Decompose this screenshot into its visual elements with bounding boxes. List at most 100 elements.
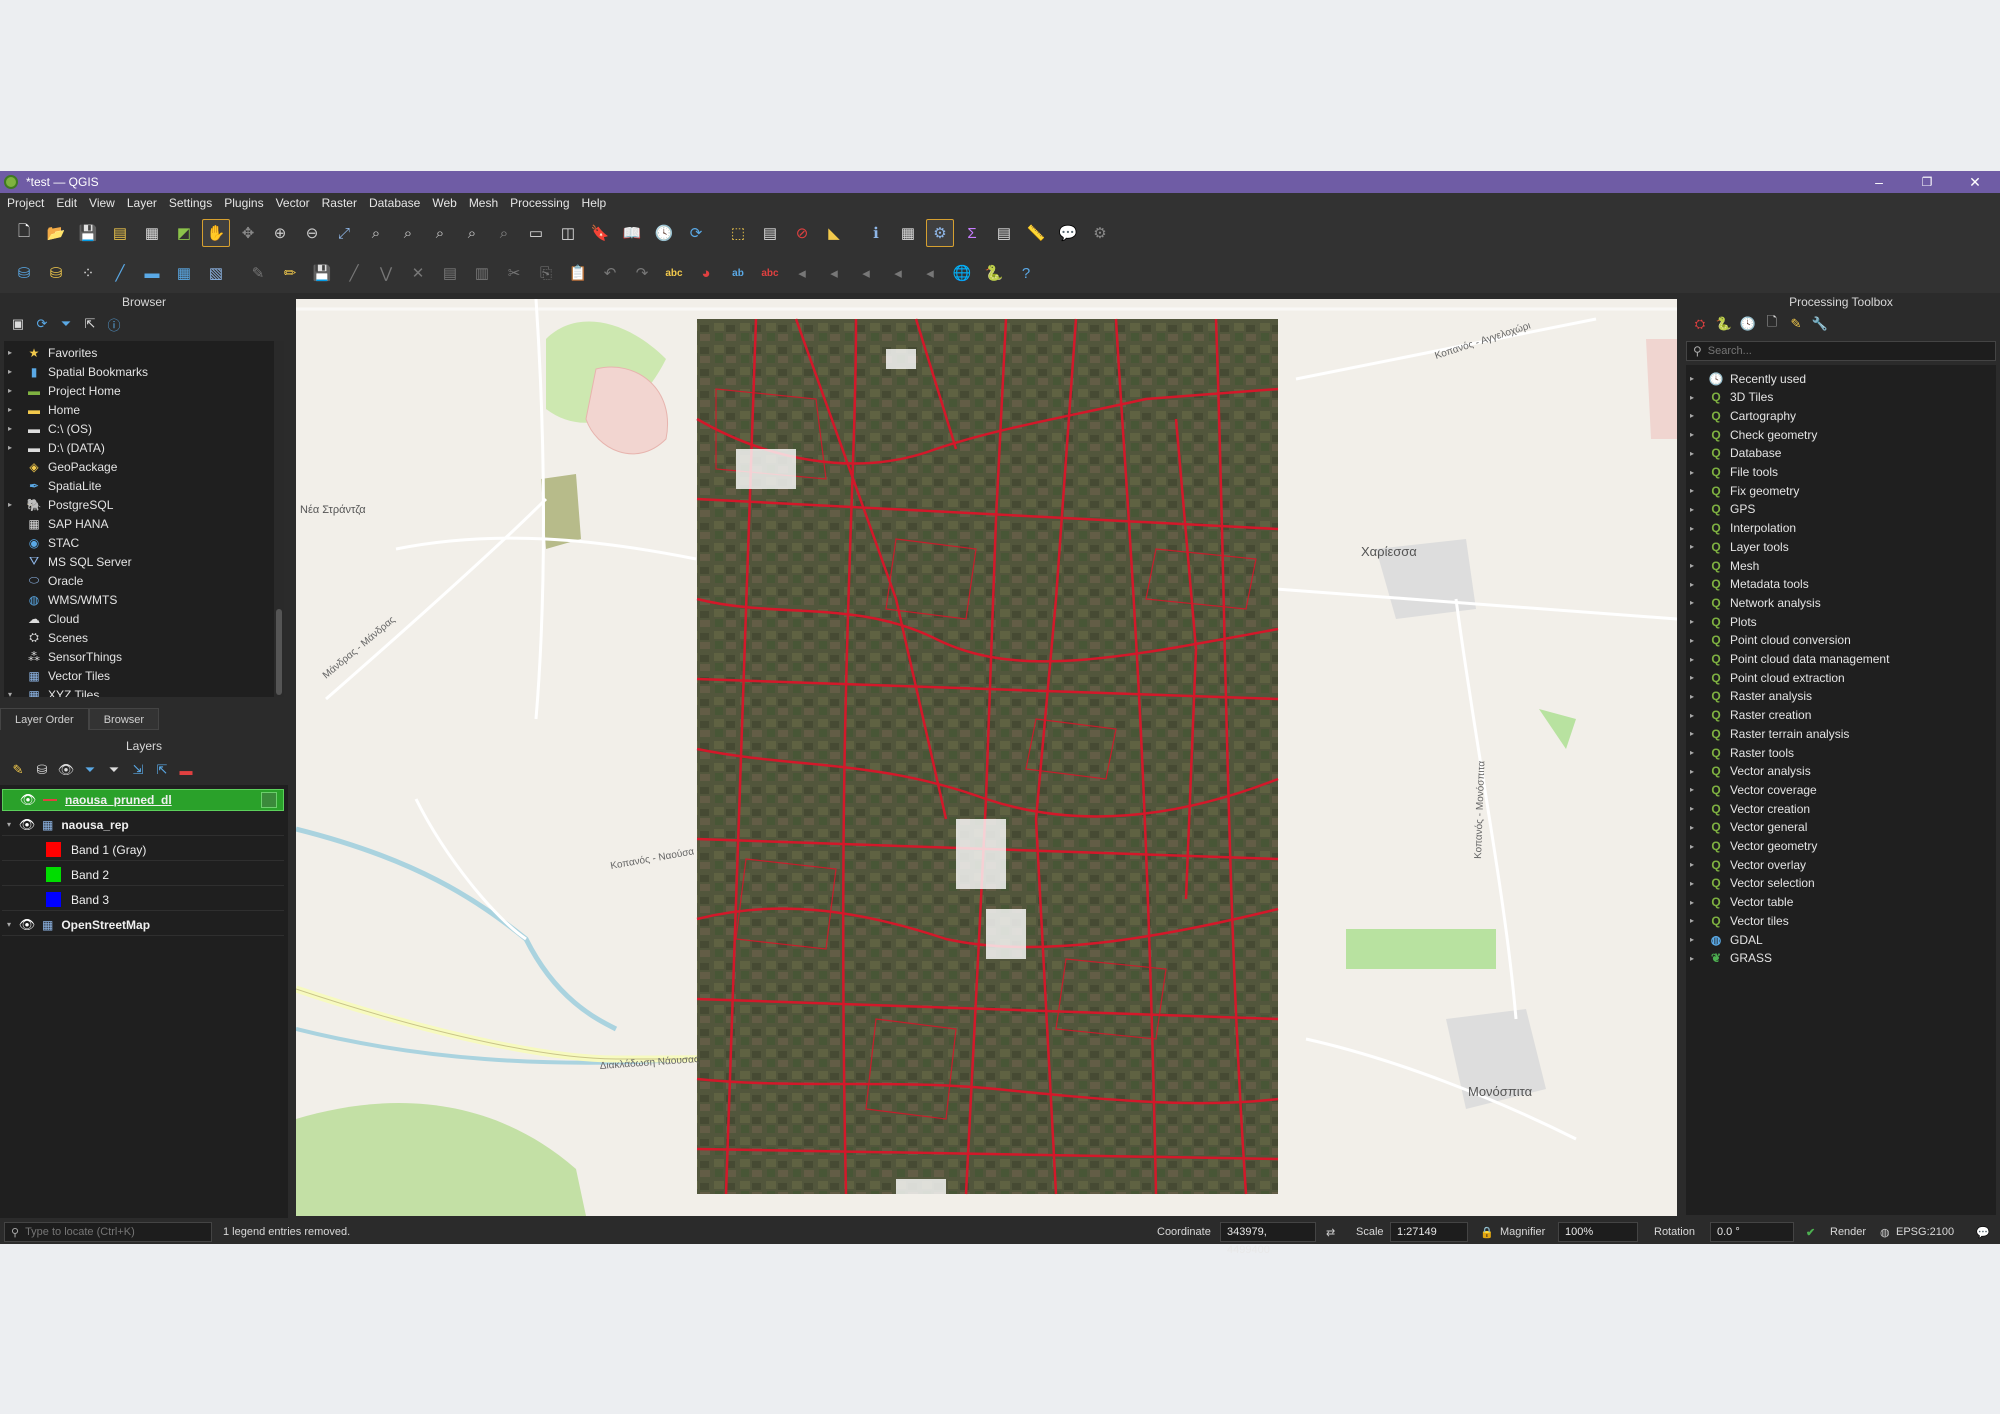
- browser-item-home[interactable]: ▸ ▬ Home: [4, 400, 274, 419]
- add-wms-layer-icon[interactable]: ▧: [202, 259, 230, 287]
- toolbox-item[interactable]: ▸ Q Vector coverage: [1686, 780, 1996, 799]
- deselect-features-icon[interactable]: ⊘: [788, 219, 816, 247]
- expand-arrow-icon[interactable]: ▸: [1686, 729, 1698, 738]
- add-virtual-layer-icon[interactable]: ▦: [170, 259, 198, 287]
- field-calculator-icon[interactable]: ▦: [894, 219, 922, 247]
- browser-item-wms-wmts[interactable]: ◍ WMS/WMTS: [4, 590, 274, 609]
- eye-icon[interactable]: 👁: [16, 917, 38, 933]
- menu-vector[interactable]: Vector: [271, 196, 315, 210]
- label-properties-icon[interactable]: ◂: [916, 259, 944, 287]
- expand-arrow-icon[interactable]: ▸: [1686, 617, 1698, 626]
- eye-icon[interactable]: 👁: [16, 817, 38, 833]
- open-project-icon[interactable]: 📂: [42, 219, 70, 247]
- menu-project[interactable]: Project: [2, 196, 49, 210]
- toolbox-item[interactable]: ▸ Q Vector selection: [1686, 874, 1996, 893]
- pan-to-selection-icon[interactable]: ✥: [234, 219, 262, 247]
- toolbox-item[interactable]: ▸ Q Point cloud extraction: [1686, 668, 1996, 687]
- toolbox-item[interactable]: ▸ ❦ GRASS: [1686, 949, 1996, 968]
- expand-arrow-icon[interactable]: ▸: [1686, 636, 1698, 645]
- eye-icon[interactable]: 👁: [17, 792, 39, 808]
- browser-item-vector-tiles[interactable]: ▦ Vector Tiles: [4, 666, 274, 685]
- browser-item-project-home[interactable]: ▸ ▬ Project Home: [4, 381, 274, 400]
- new-polygon-layer-icon[interactable]: ▬: [138, 259, 166, 287]
- browser-item-mssql[interactable]: ⛛ MS SQL Server: [4, 552, 274, 571]
- add-group-icon[interactable]: ⛁: [30, 762, 54, 778]
- browser-item-oracle[interactable]: ⬭ Oracle: [4, 571, 274, 590]
- browser-item-sensorthings[interactable]: ⁂ SensorThings: [4, 647, 274, 666]
- expand-arrow-icon[interactable]: ▸: [1686, 842, 1698, 851]
- new-point-layer-icon[interactable]: ⁘: [74, 259, 102, 287]
- browser-item-stac[interactable]: ◉ STAC: [4, 533, 274, 552]
- results-viewer-icon[interactable]: 🗋: [1760, 313, 1784, 335]
- crs-label[interactable]: EPSG:2100: [1896, 1226, 1954, 1238]
- toolbox-item[interactable]: ▸ Q Vector creation: [1686, 799, 1996, 818]
- layer-indicator-icon[interactable]: [261, 792, 277, 808]
- locator-input[interactable]: [25, 1226, 201, 1238]
- open-layer-styling-icon[interactable]: ✎: [6, 762, 30, 778]
- toolbox-item[interactable]: ▸ Q Point cloud data management: [1686, 650, 1996, 669]
- pin-label-icon[interactable]: abc: [756, 259, 784, 287]
- browser-item-d-drive[interactable]: ▸ ▬ D:\ (DATA): [4, 438, 274, 457]
- filter-legend-icon[interactable]: ⏷: [78, 762, 102, 778]
- locator-bar[interactable]: ⚲: [4, 1222, 212, 1242]
- map-tips-icon[interactable]: 💬: [1054, 219, 1082, 247]
- current-edits-icon[interactable]: ✎: [244, 259, 272, 287]
- scale-field[interactable]: 1:27149: [1390, 1222, 1468, 1242]
- toolbox-item[interactable]: ▸ 🕓 Recently used: [1686, 369, 1996, 388]
- menu-help[interactable]: Help: [577, 196, 612, 210]
- layout-manager-icon[interactable]: ▦: [138, 219, 166, 247]
- expand-arrow-icon[interactable]: ▸: [1686, 692, 1698, 701]
- close-button[interactable]: ✕: [1952, 171, 1998, 193]
- expand-arrow-icon[interactable]: ▸: [1686, 561, 1698, 570]
- browser-item-favorites[interactable]: ▸ ★ Favorites: [4, 343, 274, 362]
- expand-arrow-icon[interactable]: ▸: [1686, 449, 1698, 458]
- new-map-view-icon[interactable]: ▭: [522, 219, 550, 247]
- new-3d-view-icon[interactable]: ◫: [554, 219, 582, 247]
- menu-settings[interactable]: Settings: [164, 196, 217, 210]
- tab-layer-order[interactable]: Layer Order: [0, 708, 89, 730]
- models-icon[interactable]: ⛭: [1688, 316, 1712, 332]
- filter-by-expression-icon[interactable]: ⏷: [102, 762, 126, 778]
- history-icon[interactable]: 🕓: [1736, 316, 1760, 332]
- zoom-out-icon[interactable]: ⊖: [298, 219, 326, 247]
- toolbox-item[interactable]: ▸ Q Plots: [1686, 612, 1996, 631]
- paste-features-icon[interactable]: ⎘: [532, 259, 560, 287]
- expand-arrow-icon[interactable]: ▸: [1686, 655, 1698, 664]
- toolbox-item[interactable]: ▸ Q Vector geometry: [1686, 837, 1996, 856]
- delete-selected-icon[interactable]: ▤: [436, 259, 464, 287]
- digitize-icon[interactable]: ╱: [340, 259, 368, 287]
- zoom-last-icon[interactable]: ⌕: [458, 219, 486, 247]
- magnifier-field[interactable]: 100%: [1558, 1222, 1638, 1242]
- zoom-layer-icon[interactable]: ⌕: [394, 219, 422, 247]
- collapse-all-icon[interactable]: ⇱: [78, 316, 102, 332]
- toolbox-item[interactable]: ▸ Q GPS: [1686, 500, 1996, 519]
- browser-item-cloud[interactable]: ☁ Cloud: [4, 609, 274, 628]
- menu-raster[interactable]: Raster: [317, 196, 362, 210]
- new-print-layout-icon[interactable]: ▤: [106, 219, 134, 247]
- expand-arrow-icon[interactable]: ▸: [1686, 916, 1698, 925]
- toolbox-item[interactable]: ▸ Q Layer tools: [1686, 537, 1996, 556]
- settings-gear-icon[interactable]: ⚙: [1086, 219, 1114, 247]
- zoom-native-icon[interactable]: ⌕: [426, 219, 454, 247]
- menu-edit[interactable]: Edit: [51, 196, 82, 210]
- style-manager-icon[interactable]: ◩: [170, 219, 198, 247]
- messages-icon[interactable]: 💬: [1976, 1226, 1990, 1239]
- toolbox-item[interactable]: ▸ Q File tools: [1686, 463, 1996, 482]
- data-source-manager-icon[interactable]: ⛁: [10, 259, 38, 287]
- browser-item-spatial-bookmarks[interactable]: ▸ ▮ Spatial Bookmarks: [4, 362, 274, 381]
- expand-arrow-icon[interactable]: ▸: [1686, 711, 1698, 720]
- redo-icon[interactable]: ↷: [628, 259, 656, 287]
- toolbox-item[interactable]: ▸ Q Mesh: [1686, 556, 1996, 575]
- browser-item-scenes[interactable]: ⛭ Scenes: [4, 628, 274, 647]
- toolbox-item[interactable]: ▸ Q Database: [1686, 444, 1996, 463]
- diagram-icon[interactable]: ◕: [692, 259, 720, 287]
- modify-attributes-icon[interactable]: ✕: [404, 259, 432, 287]
- expand-arrow-icon[interactable]: ▸: [1686, 598, 1698, 607]
- toolbox-item[interactable]: ▸ Q Raster creation: [1686, 706, 1996, 725]
- restore-button[interactable]: ❐: [1904, 171, 1950, 193]
- zoom-next-icon[interactable]: ⌕: [490, 219, 518, 247]
- rotation-field[interactable]: 0.0 °: [1710, 1222, 1794, 1242]
- crs-globe-icon[interactable]: ◍: [1880, 1226, 1890, 1239]
- select-by-expression-icon[interactable]: ◣: [820, 219, 848, 247]
- expand-arrow-icon[interactable]: ▸: [1686, 879, 1698, 888]
